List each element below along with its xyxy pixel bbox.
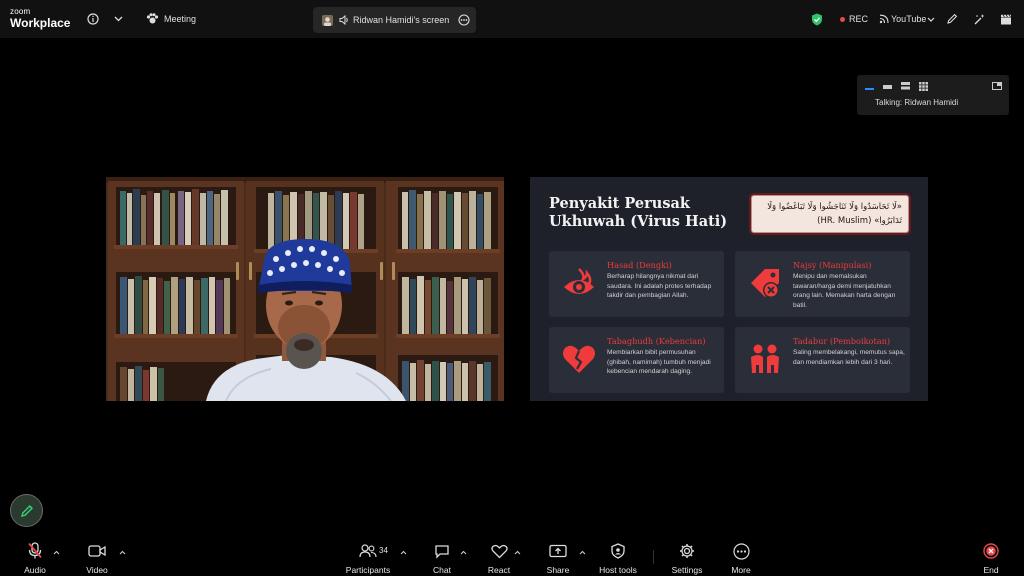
broken-heart-icon bbox=[559, 339, 599, 379]
audio-options-chevron-up-icon[interactable] bbox=[52, 548, 60, 556]
people-back-to-back-icon bbox=[745, 339, 785, 379]
talking-indicator: Talking: Ridwan Hamidi bbox=[875, 98, 959, 107]
bookshelf-left bbox=[116, 187, 236, 401]
speaker-view-panel: Talking: Ridwan Hamidi bbox=[857, 75, 1009, 115]
speaker-video-feed bbox=[106, 177, 504, 401]
participants-options-chevron-up-icon[interactable] bbox=[399, 548, 407, 556]
top-bar: zoom Workplace Meeting Ridwan Hamidi's s… bbox=[0, 0, 1024, 38]
video-options-chevron-up-icon[interactable] bbox=[118, 548, 126, 556]
view-options bbox=[863, 81, 1003, 91]
meeting-label[interactable]: Meeting bbox=[164, 14, 196, 24]
card-description: Membiarkan bibit permusuhan (ghibah, nam… bbox=[607, 349, 711, 376]
card-tadabur: Tadabur (Pemboikotan) Saling membelakang… bbox=[735, 327, 910, 393]
participants-count-badge: 34 bbox=[379, 546, 388, 555]
share-tab-label: Ridwan Hamidi's screen bbox=[353, 15, 450, 25]
recording-indicator[interactable]: REC bbox=[840, 14, 868, 24]
card-tabaghudh: Tabaghudh (Kebencian) Membiarkan bibit p… bbox=[549, 327, 724, 393]
more-options-icon[interactable] bbox=[455, 11, 473, 29]
share-button[interactable]: Share bbox=[543, 542, 573, 575]
card-description: Menipu dan memalsukan tawaran/harga demi… bbox=[793, 273, 896, 309]
muted-microphone-icon bbox=[17, 542, 53, 560]
host-shield-icon bbox=[597, 542, 639, 560]
chevron-down-icon[interactable] bbox=[109, 10, 127, 28]
pop-out-view-icon[interactable] bbox=[991, 81, 1003, 91]
video-button[interactable]: Video bbox=[81, 542, 113, 575]
slide-title-line-1: Penyakit Perusak bbox=[549, 195, 690, 212]
strip-view-icon[interactable] bbox=[881, 81, 893, 91]
gallery-view-icon[interactable] bbox=[917, 81, 929, 91]
minimize-view-icon[interactable] bbox=[863, 81, 875, 91]
rec-label: REC bbox=[849, 14, 869, 24]
react-label: React bbox=[487, 565, 511, 575]
audio-label: Audio bbox=[24, 565, 46, 575]
gear-icon bbox=[669, 542, 705, 560]
host-tools-button[interactable]: Host tools bbox=[597, 542, 639, 575]
participant-video-tile[interactable] bbox=[106, 177, 504, 401]
youtube-chevron-down-icon[interactable] bbox=[922, 10, 940, 28]
heart-react-icon bbox=[484, 542, 514, 560]
more-ellipsis-icon bbox=[727, 542, 755, 560]
video-camera-icon bbox=[81, 542, 113, 560]
chat-bubble-icon bbox=[427, 542, 457, 560]
settings-label: Settings bbox=[671, 565, 703, 575]
chat-label: Chat bbox=[433, 565, 451, 575]
magic-sparkle-icon[interactable] bbox=[970, 10, 988, 28]
logo-line-1: zoom bbox=[10, 7, 31, 16]
end-meeting-icon bbox=[977, 542, 1005, 560]
slide-title-line-2: Ukhuwah (Virus Hati) bbox=[549, 213, 728, 230]
end-label: End bbox=[983, 565, 999, 575]
toolbar-divider bbox=[653, 550, 654, 564]
eye-fire-icon bbox=[559, 263, 599, 303]
screen-share-tab[interactable]: Ridwan Hamidi's screen bbox=[313, 7, 476, 33]
hadith-quote-box: «لَا تَحَاسَدُوا وَلَا تَنَاجَشُوا وَلَا… bbox=[751, 195, 909, 233]
card-title: Najsy (Manipulasi) bbox=[793, 260, 872, 270]
participant-avatar-icon bbox=[318, 11, 336, 29]
card-title: Tabaghudh (Kebencian) bbox=[607, 336, 706, 346]
meeting-icon[interactable] bbox=[143, 10, 161, 28]
rec-dot-icon bbox=[840, 17, 845, 23]
shield-security-icon[interactable] bbox=[808, 10, 826, 28]
annotate-floating-button[interactable] bbox=[10, 494, 43, 527]
price-tag-x-icon bbox=[745, 263, 785, 303]
share-screen-icon bbox=[543, 542, 573, 560]
speaker-icon bbox=[335, 11, 353, 29]
card-description: Berharap hilangnya nikmat dari saudara. … bbox=[607, 273, 712, 300]
video-label: Video bbox=[86, 565, 108, 575]
bookshelf-right bbox=[398, 187, 498, 401]
card-title: Hasad (Dengki) bbox=[607, 260, 672, 270]
react-button[interactable]: React bbox=[484, 542, 514, 575]
audio-button[interactable]: Audio bbox=[17, 542, 53, 575]
shared-slide[interactable]: Penyakit Perusak Ukhuwah (Virus Hati) «ل… bbox=[530, 177, 928, 401]
more-label: More bbox=[731, 565, 751, 575]
end-meeting-button[interactable]: End bbox=[977, 542, 1005, 575]
host-tools-label: Host tools bbox=[599, 565, 637, 575]
speaker-view-icon[interactable] bbox=[899, 81, 911, 91]
annotate-pen-icon[interactable] bbox=[943, 10, 961, 28]
logo-line-2: Workplace bbox=[10, 16, 71, 30]
zoom-workplace-logo: zoom Workplace bbox=[10, 7, 71, 30]
card-title: Tadabur (Pemboikotan) bbox=[793, 336, 891, 346]
card-hasad: Hasad (Dengki) Berharap hilangnya nikmat… bbox=[549, 251, 724, 317]
participants-label: Participants bbox=[345, 565, 391, 575]
share-options-chevron-up-icon[interactable] bbox=[578, 548, 586, 556]
clapper-board-icon[interactable] bbox=[997, 10, 1015, 28]
pencil-icon bbox=[20, 504, 33, 517]
info-icon[interactable] bbox=[84, 10, 102, 28]
chat-options-chevron-up-icon[interactable] bbox=[459, 548, 467, 556]
chat-button[interactable]: Chat bbox=[427, 542, 457, 575]
slide-title: Penyakit Perusak Ukhuwah (Virus Hati) bbox=[549, 195, 727, 231]
share-label: Share bbox=[546, 565, 570, 575]
more-button[interactable]: More bbox=[727, 542, 755, 575]
card-description: Saling membelakangi, memutus sapa, dan m… bbox=[793, 349, 905, 366]
card-najsy: Najsy (Manipulasi) Menipu dan memalsukan… bbox=[735, 251, 910, 317]
settings-button[interactable]: Settings bbox=[669, 542, 705, 575]
react-options-chevron-up-icon[interactable] bbox=[513, 548, 521, 556]
